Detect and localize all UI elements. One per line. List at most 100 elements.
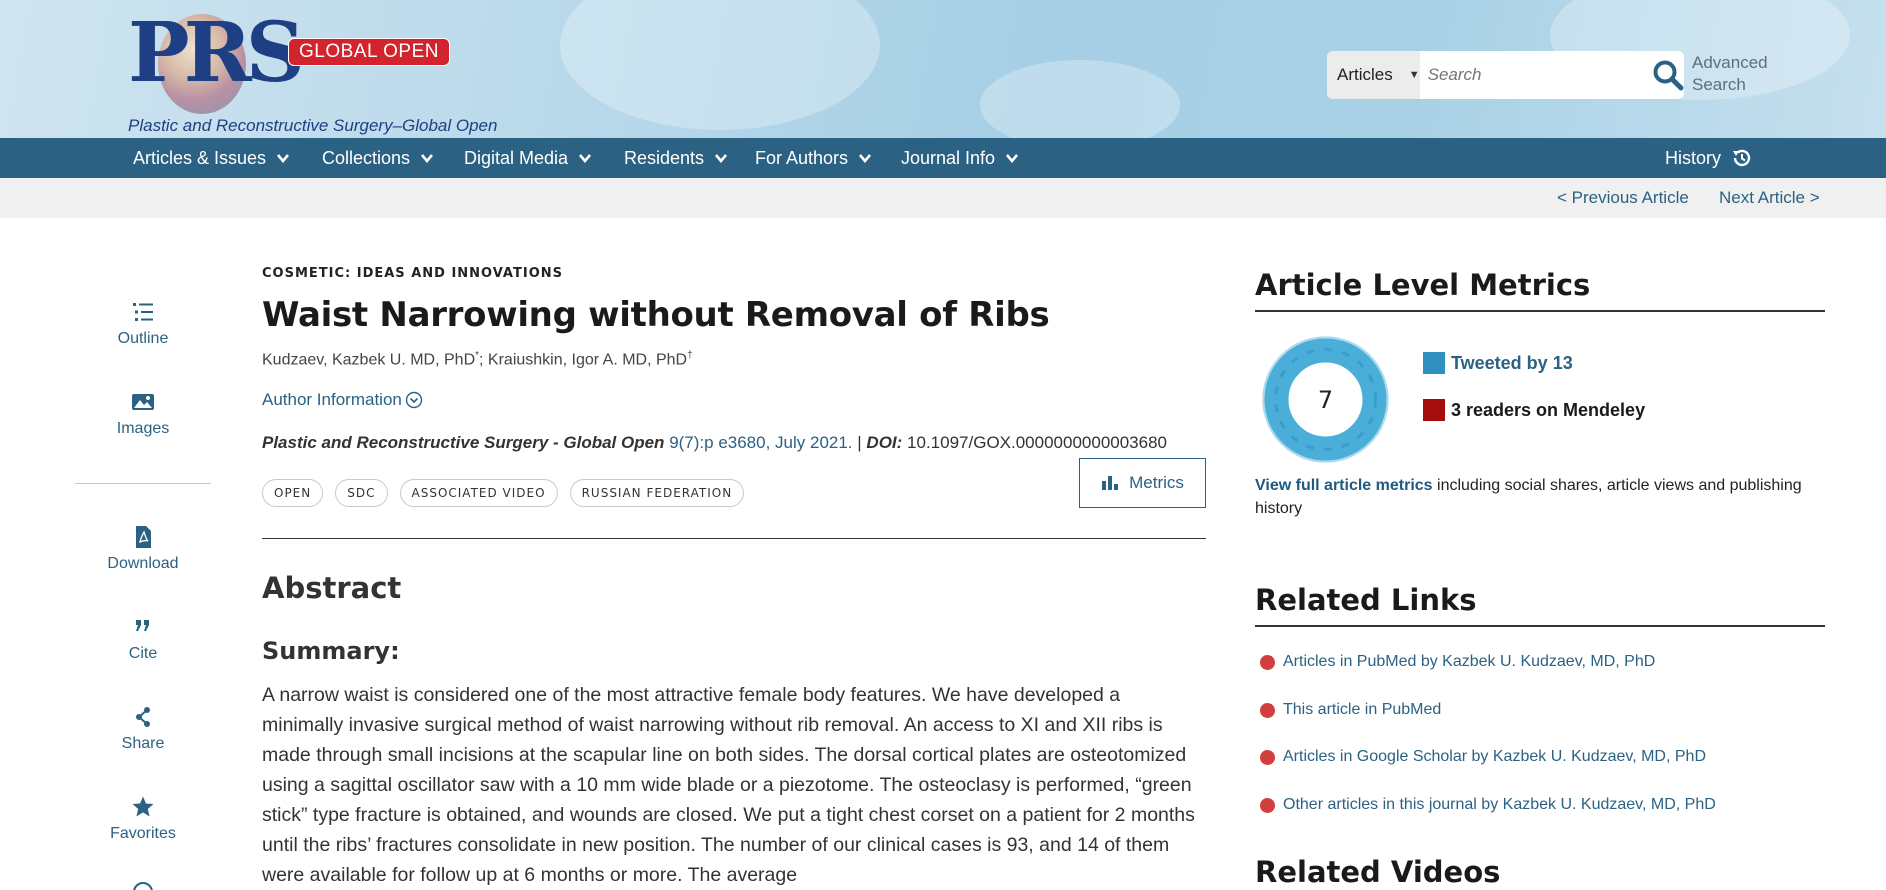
article-tags: OPEN SDC ASSOCIATED VIDEO RUSSIAN FEDERA… bbox=[262, 479, 745, 507]
related-link[interactable]: Articles in Google Scholar by Kazbek U. … bbox=[1260, 748, 1706, 766]
nav-for-authors[interactable]: For Authors bbox=[755, 138, 872, 178]
nav-journal-info[interactable]: Journal Info bbox=[901, 138, 1019, 178]
share-icon bbox=[136, 707, 150, 727]
chevron-down-icon bbox=[859, 154, 872, 164]
altmetric-score: 7 bbox=[1318, 386, 1333, 414]
chevron-down-icon bbox=[277, 154, 290, 164]
citation-line: Plastic and Reconstructive Surgery - Glo… bbox=[262, 433, 1167, 453]
search-icon bbox=[1653, 60, 1684, 91]
map-background-2 bbox=[980, 60, 1180, 138]
metrics-heading: Article Level Metrics bbox=[1255, 268, 1591, 302]
metrics-button[interactable]: Metrics bbox=[1079, 458, 1206, 508]
article-divider bbox=[262, 538, 1206, 539]
search-scope-select[interactable]: Articles ▼ bbox=[1327, 51, 1420, 99]
related-link[interactable]: Articles in PubMed by Kazbek U. Kudzaev,… bbox=[1260, 653, 1655, 671]
chevron-circle-down-icon bbox=[405, 391, 423, 409]
related-links-heading: Related Links bbox=[1255, 583, 1477, 617]
twitter-swatch bbox=[1423, 352, 1445, 374]
related-videos-heading: Related Videos bbox=[1255, 855, 1501, 889]
volume-issue-link[interactable]: 9(7):p e3680, July 2021. bbox=[669, 433, 852, 452]
article-title: Waist Narrowing without Removal of Ribs bbox=[262, 295, 1050, 335]
tweeted-row[interactable]: Tweeted by 13 bbox=[1423, 352, 1573, 374]
chevron-down-icon bbox=[715, 154, 728, 164]
summary-heading: Summary: bbox=[262, 637, 400, 665]
nav-residents[interactable]: Residents bbox=[624, 138, 728, 178]
sidebar-label: Share bbox=[121, 735, 165, 752]
metrics-button-label: Metrics bbox=[1129, 473, 1184, 492]
outline-icon bbox=[133, 303, 153, 321]
tag-open[interactable]: OPEN bbox=[262, 479, 324, 507]
chevron-down-icon bbox=[1006, 154, 1019, 164]
sidebar-cite[interactable]: Cite bbox=[75, 615, 211, 663]
article-main: COSMETIC: IDEAS AND INNOVATIONS Waist Na… bbox=[262, 266, 1206, 886]
sidebar-share[interactable]: Share bbox=[75, 705, 211, 753]
pdf-icon bbox=[136, 526, 151, 548]
article-pager: < Previous Article Next Article > bbox=[0, 178, 1886, 218]
nav-label: Articles & Issues bbox=[133, 147, 267, 168]
chevron-down-icon bbox=[579, 154, 592, 164]
sidebar-images[interactable]: Images bbox=[75, 390, 211, 438]
full-metrics-note: View full article metrics including soci… bbox=[1255, 474, 1825, 520]
related-link-label: Articles in PubMed by Kazbek U. Kudzaev,… bbox=[1283, 653, 1656, 670]
search-input[interactable] bbox=[1419, 51, 1652, 99]
nav-label: Journal Info bbox=[901, 147, 996, 168]
author-information-label: Author Information bbox=[262, 390, 402, 409]
bullet-dot-icon bbox=[1260, 702, 1275, 718]
history-label: History bbox=[1665, 147, 1722, 168]
search-bar: Articles ▼ bbox=[1327, 51, 1684, 99]
site-header: PRS GLOBAL OPEN Plastic and Reconstructi… bbox=[0, 0, 1886, 138]
nav-articles-issues[interactable]: Articles & Issues bbox=[133, 138, 290, 178]
related-link[interactable]: This article in PubMed bbox=[1260, 701, 1441, 719]
sidebar-label: Favorites bbox=[110, 825, 176, 842]
next-article-link[interactable]: Next Article > bbox=[1719, 188, 1820, 208]
metrics-heading-block: Article Level Metrics bbox=[1255, 268, 1825, 312]
previous-article-link[interactable]: < Previous Article bbox=[1557, 188, 1689, 208]
search-scope-value: Articles bbox=[1337, 65, 1393, 84]
bullet-dot-icon bbox=[1260, 797, 1275, 813]
tag-sdc[interactable]: SDC bbox=[335, 479, 388, 507]
bullet-dot-icon bbox=[1260, 654, 1275, 670]
view-full-metrics-link[interactable]: View full article metrics bbox=[1255, 477, 1433, 494]
logo-badge: GLOBAL OPEN bbox=[288, 38, 450, 66]
metrics-divider bbox=[1255, 310, 1825, 312]
logo-prs-text: PRS bbox=[128, 5, 305, 101]
author-separator: ; bbox=[479, 351, 488, 369]
sidebar-label: Download bbox=[107, 555, 179, 572]
journal-logo[interactable]: PRS GLOBAL OPEN Plastic and Reconstructi… bbox=[128, 8, 508, 138]
bullet-dot-icon bbox=[1260, 749, 1275, 765]
related-link-label: This article in PubMed bbox=[1283, 701, 1442, 718]
author-list: Kudzaev, Kazbek U. MD, PhD*; Kraiushkin,… bbox=[262, 350, 693, 369]
sidebar-more[interactable] bbox=[75, 880, 211, 890]
mendeley-label: 3 readers on Mendeley bbox=[1451, 399, 1646, 420]
sidebar-outline[interactable]: Outline bbox=[75, 300, 211, 348]
sidebar-download[interactable]: Download bbox=[75, 525, 211, 573]
related-link-label: Other articles in this journal by Kazbek… bbox=[1283, 796, 1716, 813]
author-name[interactable]: Kudzaev, Kazbek U. MD, PhD bbox=[262, 351, 475, 368]
history-menu[interactable]: History bbox=[1665, 138, 1753, 178]
mendeley-swatch bbox=[1423, 399, 1445, 421]
logo-tagline: Plastic and Reconstructive Surgery–Globa… bbox=[128, 116, 498, 135]
nav-label: Digital Media bbox=[464, 147, 569, 168]
tag-associated-video[interactable]: ASSOCIATED VIDEO bbox=[399, 479, 558, 507]
nav-collections[interactable]: Collections bbox=[322, 138, 434, 178]
related-link-label: Articles in Google Scholar by Kazbek U. … bbox=[1283, 748, 1706, 765]
sidebar-divider bbox=[75, 483, 211, 484]
related-videos-heading-block: Related Videos bbox=[1255, 855, 1825, 889]
sidebar-label: Images bbox=[116, 420, 170, 437]
altmetric-donut[interactable]: 7 bbox=[1262, 336, 1389, 463]
quote-icon bbox=[136, 620, 149, 631]
abstract-heading: Abstract bbox=[262, 571, 402, 605]
summary-text: A narrow waist is considered one of the … bbox=[262, 684, 1195, 886]
sidebar-favorites[interactable]: Favorites bbox=[75, 795, 211, 843]
journal-name: Plastic and Reconstructive Surgery - Glo… bbox=[262, 433, 665, 452]
author-information-toggle[interactable]: Author Information bbox=[262, 390, 423, 410]
related-link[interactable]: Other articles in this journal by Kazbek… bbox=[1260, 796, 1716, 814]
author-name[interactable]: Kraiushkin, Igor A. MD, PhD bbox=[488, 351, 687, 368]
search-button[interactable] bbox=[1652, 51, 1684, 99]
mendeley-row: 3 readers on Mendeley bbox=[1423, 399, 1645, 421]
nav-digital-media[interactable]: Digital Media bbox=[464, 138, 592, 178]
doi-label: DOI: bbox=[866, 433, 903, 452]
tag-country[interactable]: RUSSIAN FEDERATION bbox=[569, 479, 745, 507]
main-nav: Articles & Issues Collections Digital Me… bbox=[0, 138, 1886, 178]
advanced-search-link[interactable]: Advanced Search bbox=[1692, 52, 1792, 96]
